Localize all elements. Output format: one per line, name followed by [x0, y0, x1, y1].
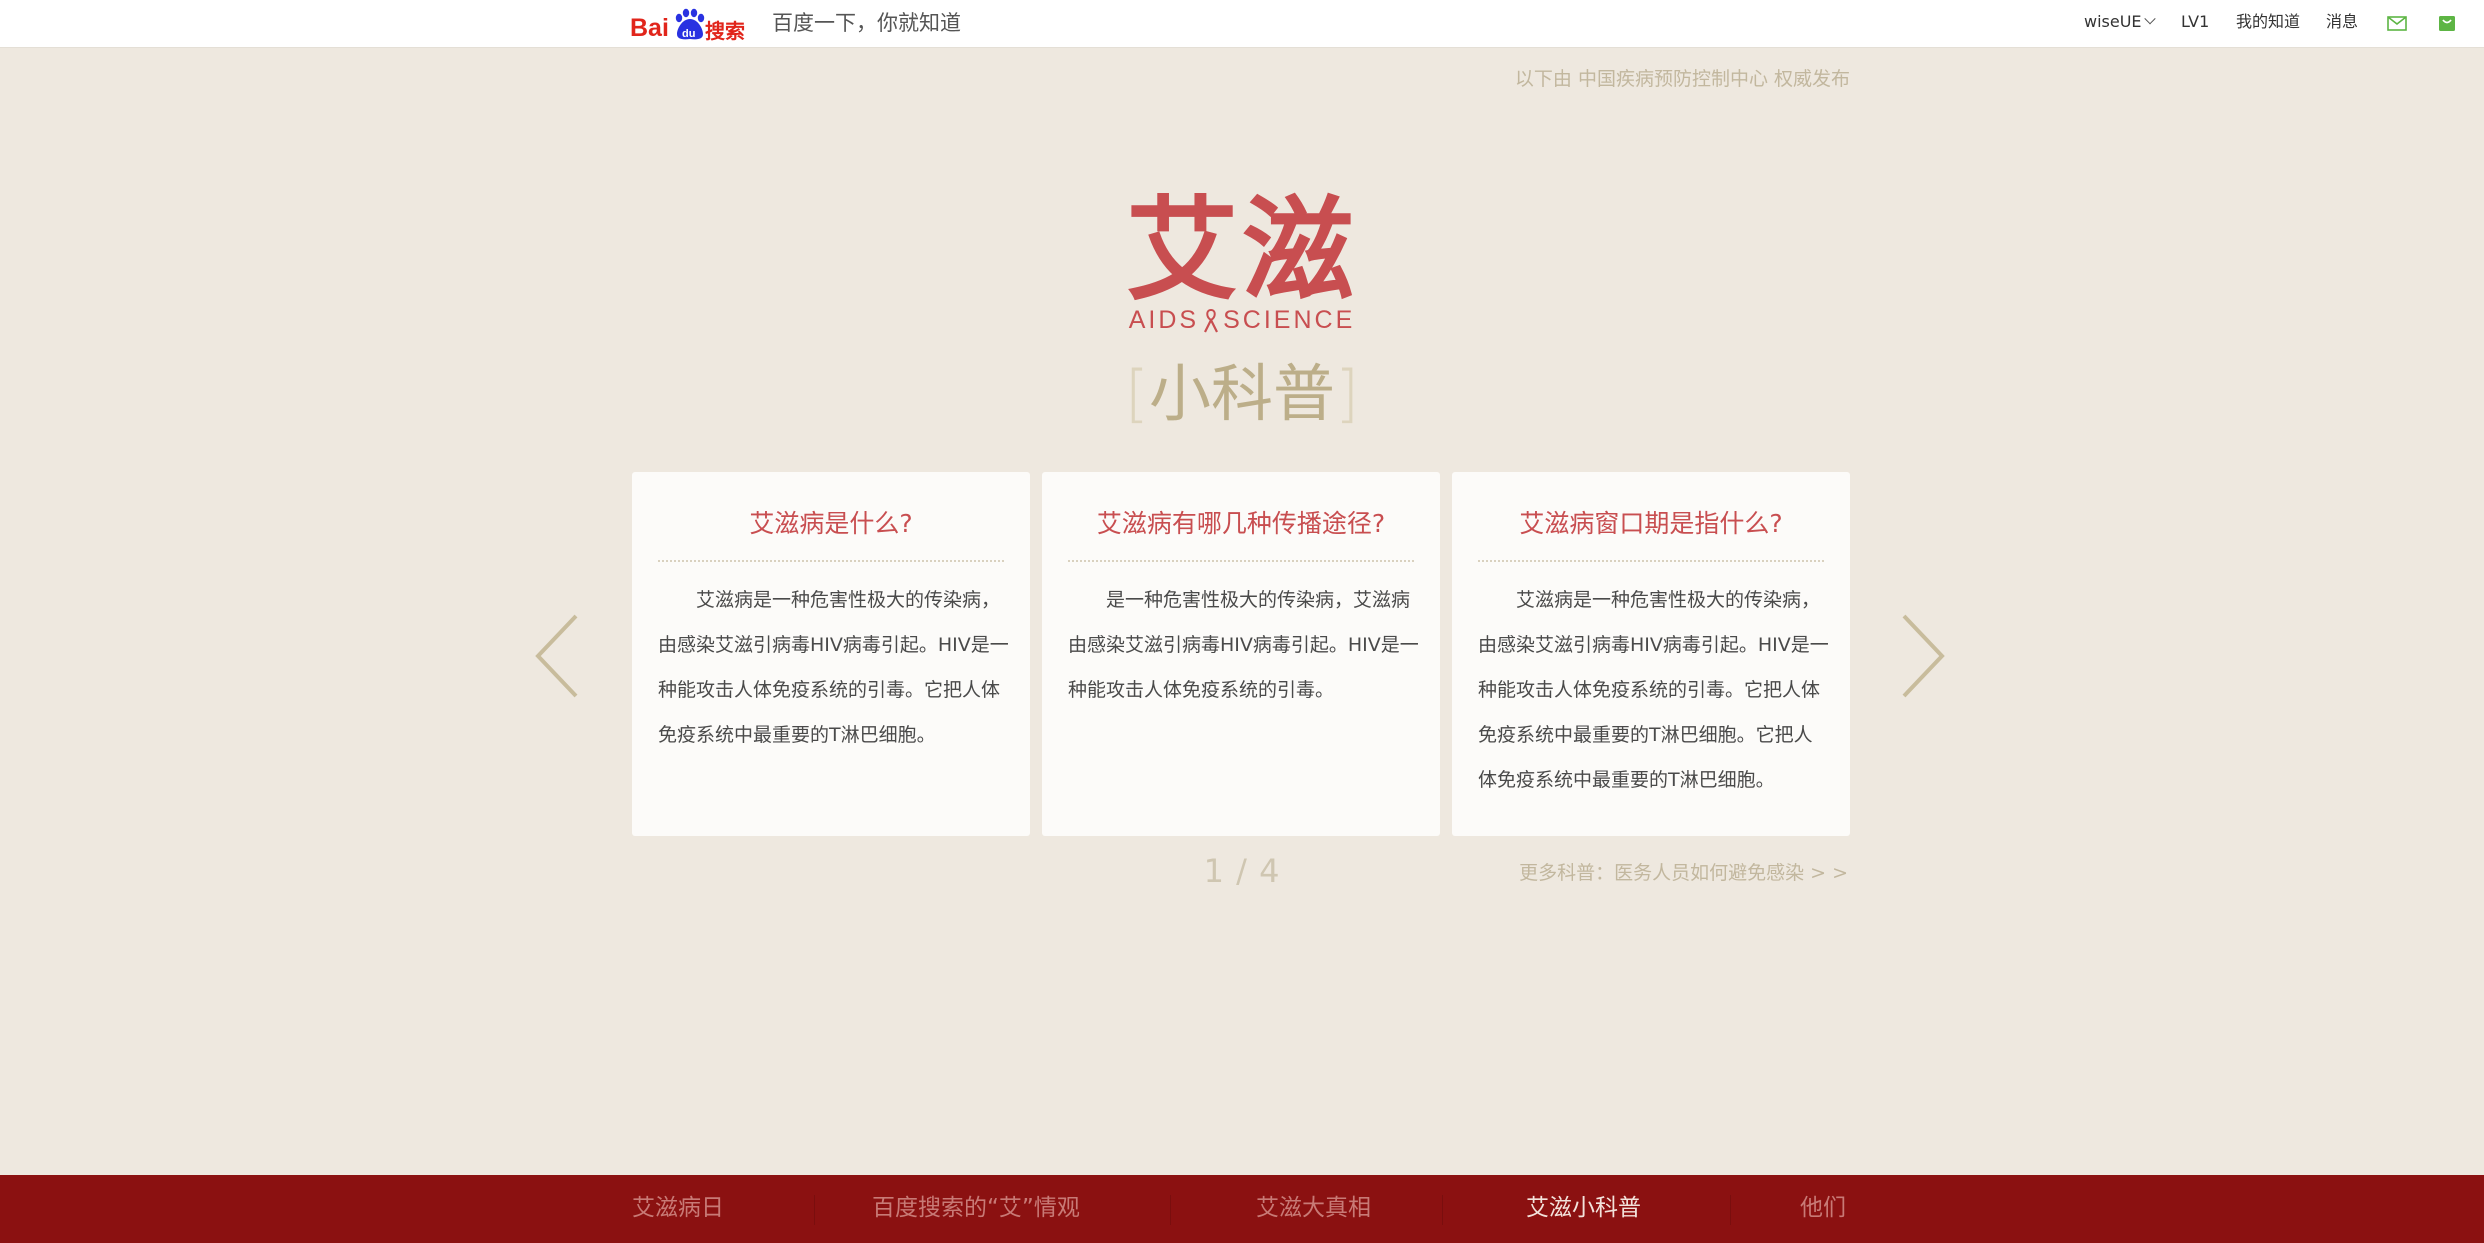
baidu-logo[interactable]: Bai du 搜索 [630, 4, 750, 44]
nav-separator [1442, 1195, 1443, 1225]
svg-text:搜索: 搜索 [705, 19, 745, 43]
user-level[interactable]: LV1 [2181, 0, 2209, 48]
top-bar: Bai du 搜索 百度一下，你就知道 wiseUE LV1 我的知道 消息 [0, 0, 2484, 48]
arrow-right-icon [1902, 614, 1945, 698]
username: wiseUE [2084, 12, 2142, 31]
red-ribbon-icon [1204, 309, 1219, 333]
card-body: 艾滋病是一种危害性极大的传染病，由感染艾滋引病毒HIV病毒引起。HIV是一种能攻… [1478, 589, 1829, 791]
svg-text:du: du [682, 28, 695, 40]
baidu-paw-icon: Bai du 搜索 [630, 8, 745, 43]
bottom-nav-search-view[interactable]: 百度搜索的“艾”情观 [872, 1175, 1080, 1243]
card-body: 是一种危害性极大的传染病，艾滋病由感染艾滋引病毒HIV病毒引起。HIV是一种能攻… [1068, 589, 1419, 701]
my-zhidao-link[interactable]: 我的知道 [2236, 0, 2300, 48]
mail-icon[interactable] [2386, 12, 2408, 34]
svg-text:Bai: Bai [630, 14, 669, 42]
card-2[interactable]: 艾滋病有哪几种传播途径? 是一种危害性极大的传染病，艾滋病由感染艾滋引病毒HIV… [1042, 472, 1440, 836]
nav-separator [1730, 1195, 1731, 1225]
slogan: 百度一下，你就知道 [772, 11, 961, 35]
bracket-right: ] [1335, 357, 1360, 430]
bottom-nav-science[interactable]: 艾滋小科普 [1526, 1175, 1641, 1243]
page-title: 艾滋 [1126, 186, 1358, 316]
carousel-pager: 1 / 4 [1203, 852, 1281, 890]
shopping-bag-icon[interactable] [2436, 11, 2458, 33]
card-1[interactable]: 艾滋病是什么? 艾滋病是一种危害性极大的传染病，由感染艾滋引病毒HIV病毒引起。… [632, 472, 1030, 836]
bottom-nav-aids-day[interactable]: 艾滋病日 [632, 1175, 724, 1243]
messages-link[interactable]: 消息 [2326, 0, 2358, 48]
bottom-nav-truth[interactable]: 艾滋大真相 [1256, 1175, 1371, 1243]
english-title: AIDS SCIENCE [1112, 306, 1372, 335]
card-title: 艾滋病是什么? [749, 509, 913, 538]
bottom-nav: 艾滋病日 百度搜索的“艾”情观 艾滋大真相 艾滋小科普 他们 [0, 1175, 2484, 1243]
nav-separator [814, 1195, 815, 1225]
bracket-left: [ [1124, 357, 1149, 430]
source-note: 以下由 中国疾病预防控制中心 权威发布 [1514, 68, 1850, 90]
chevron-down-icon [2143, 13, 2156, 25]
card-title: 艾滋病有哪几种传播途径? [1096, 509, 1386, 538]
card-title: 艾滋病窗口期是指什么? [1519, 509, 1783, 538]
carousel-prev-button[interactable] [532, 612, 582, 700]
username-menu[interactable]: wiseUE [2084, 0, 2156, 48]
divider [1068, 560, 1414, 562]
card-3[interactable]: 艾滋病窗口期是指什么? 艾滋病是一种危害性极大的传染病，由感染艾滋引病毒HIV病… [1452, 472, 1850, 836]
divider [1478, 560, 1824, 562]
title-en-right: SCIENCE [1223, 306, 1356, 334]
subtitle: [小科普] [1118, 354, 1366, 434]
carousel-next-button[interactable] [1898, 612, 1948, 700]
subtitle-text: 小科普 [1148, 357, 1335, 430]
more-science-link[interactable]: 更多科普：医务人员如何避免感染 > > [1519, 858, 1848, 885]
nav-separator [1170, 1195, 1171, 1225]
title-en-left: AIDS [1128, 306, 1200, 334]
card-body: 艾滋病是一种危害性极大的传染病，由感染艾滋引病毒HIV病毒引起。HIV是一种能攻… [658, 589, 1009, 746]
divider [658, 560, 1004, 562]
bottom-nav-them[interactable]: 他们 [1800, 1175, 1846, 1243]
arrow-left-icon [535, 614, 578, 698]
